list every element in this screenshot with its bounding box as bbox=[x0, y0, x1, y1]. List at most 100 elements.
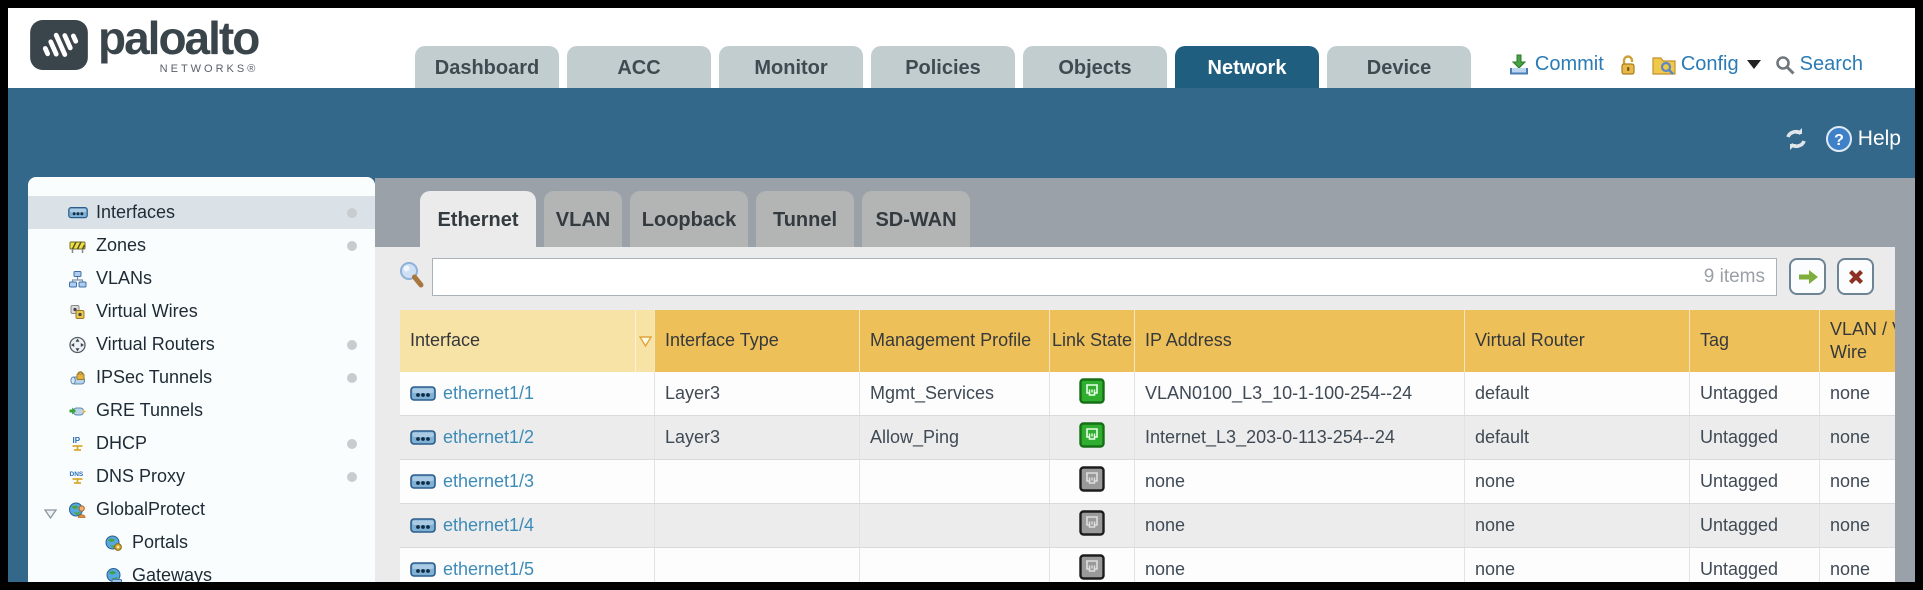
ethernet-panel: 9 items Interface bbox=[375, 247, 1895, 582]
help-label: Help bbox=[1858, 127, 1901, 151]
svg-text:DNS: DNS bbox=[70, 471, 84, 478]
table-row[interactable]: ethernet1/5 none none Untagged none bbox=[400, 548, 1895, 582]
interface-icon bbox=[410, 386, 436, 402]
tab-tunnel[interactable]: Tunnel bbox=[756, 191, 854, 247]
ip-address-cell: none bbox=[1135, 460, 1465, 503]
interface-icon bbox=[410, 474, 436, 490]
interface-type-cell: Layer3 bbox=[655, 372, 860, 415]
sort-triangle-icon bbox=[639, 336, 652, 347]
sidebar-item-label: Gateways bbox=[132, 565, 212, 582]
tag-cell: Untagged bbox=[1690, 504, 1820, 547]
config-dropdown[interactable]: Config bbox=[1652, 53, 1761, 76]
management-profile-cell: Allow_Ping bbox=[860, 416, 1050, 459]
column-header-interface-type[interactable]: Interface Type bbox=[655, 310, 860, 372]
sidebar-item-gateways[interactable]: Gateways bbox=[28, 559, 375, 582]
network-sidebar: Interfaces Zones VLANs Virtual Wires bbox=[28, 177, 375, 582]
filter-input-wrap: 9 items bbox=[432, 258, 1777, 296]
config-icon bbox=[1652, 55, 1676, 75]
tab-monitor[interactable]: Monitor bbox=[719, 46, 863, 88]
sidebar-item-zones[interactable]: Zones bbox=[28, 229, 375, 262]
column-header-link-state[interactable]: Link State bbox=[1050, 310, 1135, 372]
interface-link[interactable]: ethernet1/4 bbox=[443, 515, 534, 536]
paloalto-logo: paloalto NETWORKS® bbox=[30, 14, 258, 75]
dhcp-icon: IP bbox=[68, 435, 88, 453]
tab-ethernet[interactable]: Ethernet bbox=[420, 191, 536, 247]
interface-type-cell bbox=[655, 460, 860, 503]
ip-address-cell: VLAN0100_L3_10-1-100-254--24 bbox=[1135, 372, 1465, 415]
interface-link[interactable]: ethernet1/1 bbox=[443, 383, 534, 404]
search-label: Search bbox=[1800, 53, 1863, 76]
link-state-cell bbox=[1050, 372, 1135, 415]
help-button[interactable]: ? Help bbox=[1826, 126, 1901, 152]
column-header-tag[interactable]: Tag bbox=[1690, 310, 1820, 372]
table-row[interactable]: ethernet1/3 none none Untagged none bbox=[400, 460, 1895, 504]
tab-loopback[interactable]: Loopback bbox=[630, 191, 748, 247]
interface-type-cell bbox=[655, 548, 860, 582]
column-header-ip-address[interactable]: IP Address bbox=[1135, 310, 1465, 372]
management-profile-cell bbox=[860, 504, 1050, 547]
sidebar-item-virtual-routers[interactable]: Virtual Routers bbox=[28, 328, 375, 361]
commit-button[interactable]: Commit bbox=[1508, 53, 1604, 76]
config-label: Config bbox=[1681, 53, 1739, 76]
tab-vlan[interactable]: VLAN bbox=[544, 191, 622, 247]
link-state-icon bbox=[1079, 466, 1105, 497]
ipsec-tunnels-icon bbox=[68, 369, 88, 387]
virtual-router-cell: none bbox=[1465, 548, 1690, 582]
sidebar-item-label: IPSec Tunnels bbox=[96, 367, 212, 388]
ip-address-cell: none bbox=[1135, 504, 1465, 547]
apply-filter-button[interactable] bbox=[1789, 258, 1826, 295]
sidebar-item-dns-proxy[interactable]: DNS DNS Proxy bbox=[28, 460, 375, 493]
sidebar-item-interfaces[interactable]: Interfaces bbox=[28, 196, 375, 229]
interface-link[interactable]: ethernet1/5 bbox=[443, 559, 534, 580]
chevron-down-icon bbox=[1747, 60, 1761, 69]
status-dot bbox=[347, 373, 357, 383]
tag-cell: Untagged bbox=[1690, 416, 1820, 459]
tab-policies[interactable]: Policies bbox=[871, 46, 1015, 88]
vlan-wire-cell: none bbox=[1820, 460, 1895, 503]
column-header-management-profile[interactable]: Management Profile bbox=[860, 310, 1050, 372]
sidebar-item-label: DNS Proxy bbox=[96, 466, 185, 487]
interface-link[interactable]: ethernet1/3 bbox=[443, 471, 534, 492]
column-header-virtual-router[interactable]: Virtual Router bbox=[1465, 310, 1690, 372]
column-header-interface[interactable]: Interface bbox=[400, 310, 635, 372]
interface-link[interactable]: ethernet1/2 bbox=[443, 427, 534, 448]
sidebar-item-globalprotect[interactable]: GlobalProtect bbox=[28, 493, 375, 526]
refresh-icon[interactable] bbox=[1782, 127, 1810, 151]
table-row[interactable]: ethernet1/1 Layer3 Mgmt_Services VLAN010… bbox=[400, 372, 1895, 416]
sidebar-item-virtual-wires[interactable]: Virtual Wires bbox=[28, 295, 375, 328]
sidebar-item-dhcp[interactable]: IP DHCP bbox=[28, 427, 375, 460]
top-bar: paloalto NETWORKS® Dashboard ACC Monitor… bbox=[8, 8, 1915, 88]
tab-sdwan[interactable]: SD-WAN bbox=[862, 191, 970, 247]
tab-network[interactable]: Network bbox=[1175, 46, 1319, 88]
commit-icon bbox=[1508, 54, 1530, 76]
sidebar-item-label: Interfaces bbox=[96, 202, 175, 223]
tab-acc[interactable]: ACC bbox=[567, 46, 711, 88]
filter-input[interactable] bbox=[432, 258, 1777, 296]
lock-icon bbox=[1618, 54, 1638, 76]
sidebar-item-ipsec-tunnels[interactable]: IPSec Tunnels bbox=[28, 361, 375, 394]
table-header-row: Interface Interface Type Management Prof… bbox=[400, 310, 1895, 372]
vlan-wire-cell: none bbox=[1820, 548, 1895, 582]
main-nav-tabs: Dashboard ACC Monitor Policies Objects N… bbox=[415, 46, 1471, 88]
sidebar-item-gre-tunnels[interactable]: GRE Tunnels bbox=[28, 394, 375, 427]
table-row[interactable]: ethernet1/4 none none Untagged none bbox=[400, 504, 1895, 548]
vlan-wire-cell: none bbox=[1820, 504, 1895, 547]
interface-cell: ethernet1/4 bbox=[400, 504, 655, 547]
sort-dropdown[interactable] bbox=[635, 310, 655, 372]
sidebar-item-portals[interactable]: Portals bbox=[28, 526, 375, 559]
filter-bar: 9 items bbox=[375, 247, 1895, 310]
clear-filter-button[interactable] bbox=[1837, 258, 1874, 295]
sidebar-item-label: GRE Tunnels bbox=[96, 400, 203, 421]
interface-icon bbox=[410, 518, 436, 534]
virtual-router-cell: default bbox=[1465, 416, 1690, 459]
table-row[interactable]: ethernet1/2 Layer3 Allow_Ping Internet_L… bbox=[400, 416, 1895, 460]
column-header-vlan-wire[interactable]: VLAN / Virtual Wire bbox=[1820, 310, 1895, 372]
interfaces-table: Interface Interface Type Management Prof… bbox=[400, 310, 1895, 582]
lock-button[interactable] bbox=[1618, 54, 1638, 76]
tab-device[interactable]: Device bbox=[1327, 46, 1471, 88]
expand-collapse-icon[interactable] bbox=[44, 503, 57, 524]
tab-dashboard[interactable]: Dashboard bbox=[415, 46, 559, 88]
sidebar-item-vlans[interactable]: VLANs bbox=[28, 262, 375, 295]
search-button[interactable]: Search bbox=[1775, 53, 1863, 76]
tab-objects[interactable]: Objects bbox=[1023, 46, 1167, 88]
